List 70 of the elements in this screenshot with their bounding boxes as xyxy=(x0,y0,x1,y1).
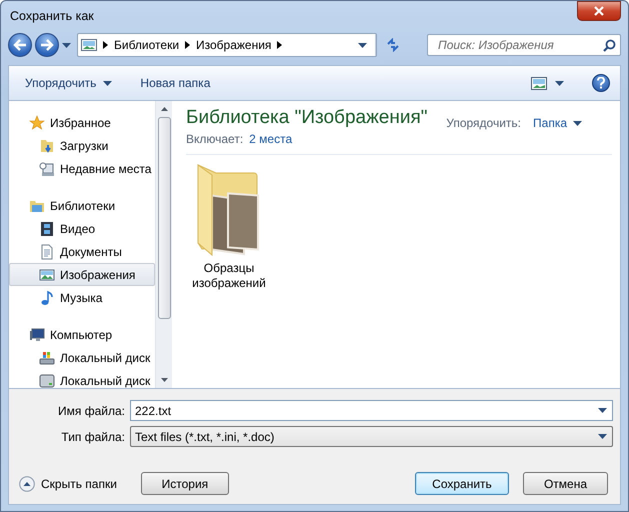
nav-item[interactable]: Недавние места xyxy=(9,157,155,180)
filename-field[interactable]: 222.txt xyxy=(135,404,598,418)
picture-icon xyxy=(39,266,55,282)
back-button[interactable] xyxy=(8,33,32,57)
locations-link[interactable]: 2 места xyxy=(249,132,292,146)
computer-icon xyxy=(29,326,45,342)
chevron-icon xyxy=(103,41,108,49)
history-button[interactable]: История xyxy=(140,472,229,495)
star-icon xyxy=(29,114,45,130)
dropdown-caret-icon xyxy=(358,42,367,48)
hide-folders-button[interactable]: Скрыть папки xyxy=(19,476,117,492)
help-button[interactable] xyxy=(592,74,610,92)
forward-arrow-icon xyxy=(40,39,54,51)
dropdown-caret-icon xyxy=(598,434,607,439)
caret-icon xyxy=(103,80,112,86)
nav-item[interactable]: Видео xyxy=(9,217,155,240)
address-bar[interactable]: Библиотеки Изображения xyxy=(77,33,377,57)
drive-icon xyxy=(39,350,55,366)
search-box[interactable]: Поиск: Изображения xyxy=(427,34,621,56)
dropdown-caret-icon xyxy=(598,408,607,413)
film-icon xyxy=(39,220,55,236)
nav-item[interactable]: Загрузки xyxy=(9,134,155,157)
arrange-dropdown[interactable]: Папка xyxy=(533,116,582,130)
filename-combo[interactable]: 222.txt xyxy=(130,400,613,421)
view-icon[interactable] xyxy=(531,76,547,90)
nav-item[interactable]: Документы xyxy=(9,240,155,263)
collapse-icon xyxy=(19,476,35,492)
filetype-label: Тип файла: xyxy=(60,430,126,444)
refresh-icon[interactable] xyxy=(385,38,401,52)
picture-icon xyxy=(81,38,97,52)
filetype-dropdown[interactable]: Text files (*.txt, *.ini, *.doc) xyxy=(130,426,613,447)
filename-label: Имя файла: xyxy=(57,404,126,418)
back-arrow-icon xyxy=(13,39,27,51)
scrollbar[interactable] xyxy=(155,101,172,388)
library-title: Библиотека "Изображения" xyxy=(186,107,428,129)
close-button[interactable] xyxy=(577,1,621,21)
search-icon xyxy=(603,38,616,52)
nav-item[interactable]: Избранное xyxy=(9,111,155,134)
scroll-down-icon[interactable] xyxy=(160,378,168,382)
nav-item[interactable]: Библиотеки xyxy=(9,194,155,217)
new-folder-button[interactable]: Новая папка xyxy=(140,74,210,92)
history-caret-icon xyxy=(62,42,71,48)
breadcrumb[interactable]: Библиотеки xyxy=(114,38,180,52)
arrange-label: Упорядочить: xyxy=(446,116,522,130)
save-button[interactable]: Сохранить xyxy=(415,472,509,495)
window-title: Сохранить как xyxy=(9,9,94,23)
close-icon xyxy=(594,6,604,16)
includes-label: Включает: xyxy=(186,132,244,146)
scroll-up-icon[interactable] xyxy=(160,107,168,111)
folder-label: Образцы изображений xyxy=(191,261,267,291)
music-note-icon xyxy=(39,290,55,306)
document-icon xyxy=(39,244,55,260)
forward-button[interactable] xyxy=(35,33,59,57)
nav-item[interactable]: Локальный диск xyxy=(9,346,155,369)
search-field[interactable]: Поиск: Изображения xyxy=(436,37,603,53)
recent-places-icon xyxy=(39,160,55,176)
organize-button[interactable]: Упорядочить xyxy=(25,74,112,92)
view-caret-icon xyxy=(555,80,564,86)
caret-icon xyxy=(573,120,582,126)
nav-item[interactable]: Изображения xyxy=(9,263,155,286)
nav-item[interactable]: Локальный диск xyxy=(9,369,155,388)
chevron-icon xyxy=(185,41,190,49)
drive-icon xyxy=(39,372,55,388)
cancel-button[interactable]: Отмена xyxy=(523,472,608,495)
nav-item[interactable]: Компьютер xyxy=(9,323,155,346)
folder-icon xyxy=(39,138,55,154)
chevron-icon xyxy=(277,41,282,49)
question-mark-icon xyxy=(597,77,605,89)
breadcrumb[interactable]: Изображения xyxy=(196,38,272,52)
nav-item[interactable]: Музыка xyxy=(9,286,155,309)
